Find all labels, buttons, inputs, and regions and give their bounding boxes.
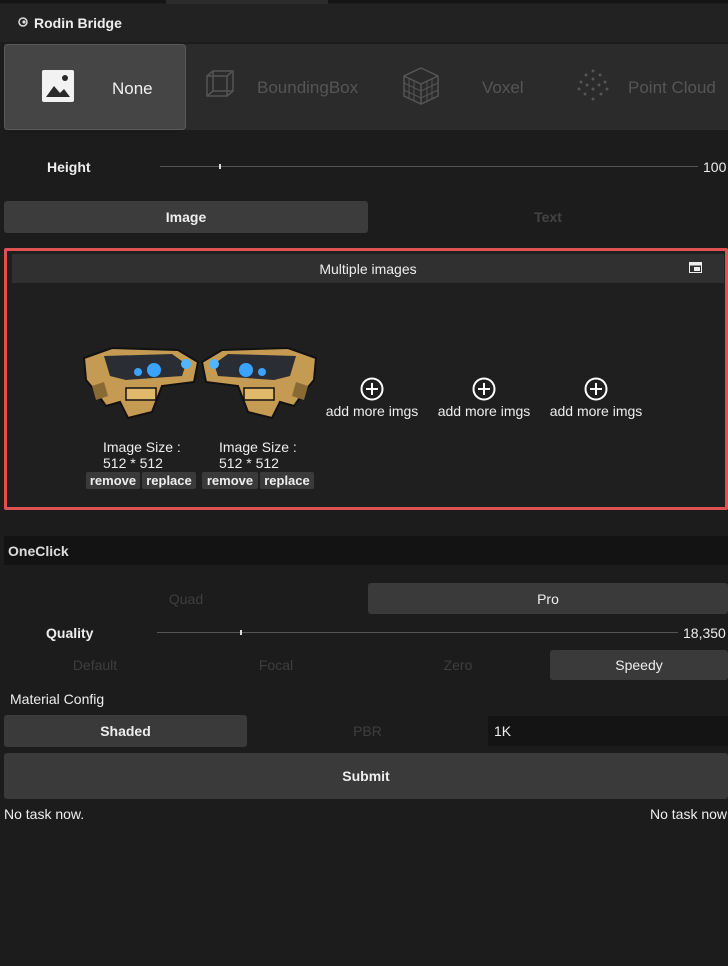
- voxel-icon: [403, 67, 439, 105]
- height-slider-track: [160, 166, 698, 167]
- resolution-dropdown[interactable]: 1K: [488, 716, 728, 746]
- add-circle-icon: [584, 377, 608, 401]
- top-border: [0, 0, 728, 3]
- material-config-label: Material Config: [10, 691, 105, 707]
- mode-voxel-button[interactable]: Voxel: [366, 44, 550, 130]
- add-image-slot-1[interactable]: add more imgs: [322, 377, 422, 419]
- cube-icon: [206, 70, 234, 97]
- quality-value: 18,350: [683, 625, 726, 641]
- image-icon: [42, 70, 74, 102]
- mode-boundingbox-label: BoundingBox: [257, 78, 359, 97]
- mode-pointcloud-label: Point Cloud: [628, 78, 716, 97]
- height-slider[interactable]: [160, 158, 698, 176]
- quality-slider[interactable]: [157, 624, 678, 642]
- preset-default[interactable]: Default: [4, 650, 186, 680]
- material-pbr-button[interactable]: PBR: [247, 715, 488, 747]
- image-2-size-value: 512 * 512: [219, 455, 279, 471]
- material-shaded-button[interactable]: Shaded: [4, 715, 247, 747]
- add-circle-icon: [360, 377, 384, 401]
- image-1-size-label: Image Size :: [103, 439, 181, 455]
- image-2-replace-button[interactable]: replace: [260, 472, 314, 489]
- add-image-label-2: add more imgs: [437, 403, 531, 419]
- quad-button[interactable]: Quad: [4, 583, 368, 614]
- oneclick-section-header[interactable]: [4, 536, 728, 565]
- image-thumbnail-1: [82, 346, 200, 420]
- rodin-logo-icon: [18, 17, 28, 27]
- mode-voxel-label: Voxel: [482, 78, 524, 97]
- preset-speedy[interactable]: Speedy: [550, 650, 728, 680]
- add-image-slot-3[interactable]: add more imgs: [546, 377, 646, 419]
- quality-slider-knob[interactable]: [240, 630, 242, 635]
- height-slider-knob[interactable]: [219, 164, 221, 169]
- image-1-replace-button[interactable]: replace: [142, 472, 196, 489]
- oneclick-title: OneClick: [8, 543, 69, 559]
- status-left: No task now.: [4, 806, 85, 822]
- mode-boundingbox-button[interactable]: BoundingBox: [186, 44, 366, 130]
- point-cloud-icon: [577, 69, 609, 101]
- image-thumbnail-2: [200, 346, 318, 420]
- mode-pointcloud-button[interactable]: Point Cloud: [550, 44, 728, 130]
- status-right: No task now: [650, 806, 728, 822]
- add-image-label-1: add more imgs: [325, 403, 419, 419]
- image-1-size-value: 512 * 512: [103, 455, 163, 471]
- height-value: 100: [703, 159, 727, 175]
- image-2-remove-button[interactable]: remove: [202, 472, 258, 489]
- browse-images-icon[interactable]: [689, 262, 702, 273]
- mode-none-label: None: [112, 79, 153, 98]
- images-panel-header: Multiple images: [12, 254, 724, 283]
- quality-slider-track: [157, 632, 678, 633]
- height-label: Height: [47, 159, 91, 175]
- preset-zero[interactable]: Zero: [366, 650, 550, 680]
- panel-title: Rodin Bridge: [34, 15, 122, 31]
- preset-focal[interactable]: Focal: [186, 650, 366, 680]
- tab-text[interactable]: Text: [368, 201, 728, 233]
- tab-image[interactable]: Image: [4, 201, 368, 233]
- add-image-slot-2[interactable]: add more imgs: [434, 377, 534, 419]
- mode-none-button[interactable]: None: [4, 44, 186, 130]
- image-2-size-label: Image Size :: [219, 439, 297, 455]
- add-image-label-3: add more imgs: [549, 403, 643, 419]
- image-1-remove-button[interactable]: remove: [86, 472, 140, 489]
- add-circle-icon: [472, 377, 496, 401]
- images-panel-title: Multiple images: [319, 260, 417, 277]
- submit-button[interactable]: Submit: [4, 753, 728, 799]
- resolution-value: 1K: [494, 723, 512, 739]
- pro-button[interactable]: Pro: [368, 583, 728, 614]
- quality-label: Quality: [46, 625, 94, 641]
